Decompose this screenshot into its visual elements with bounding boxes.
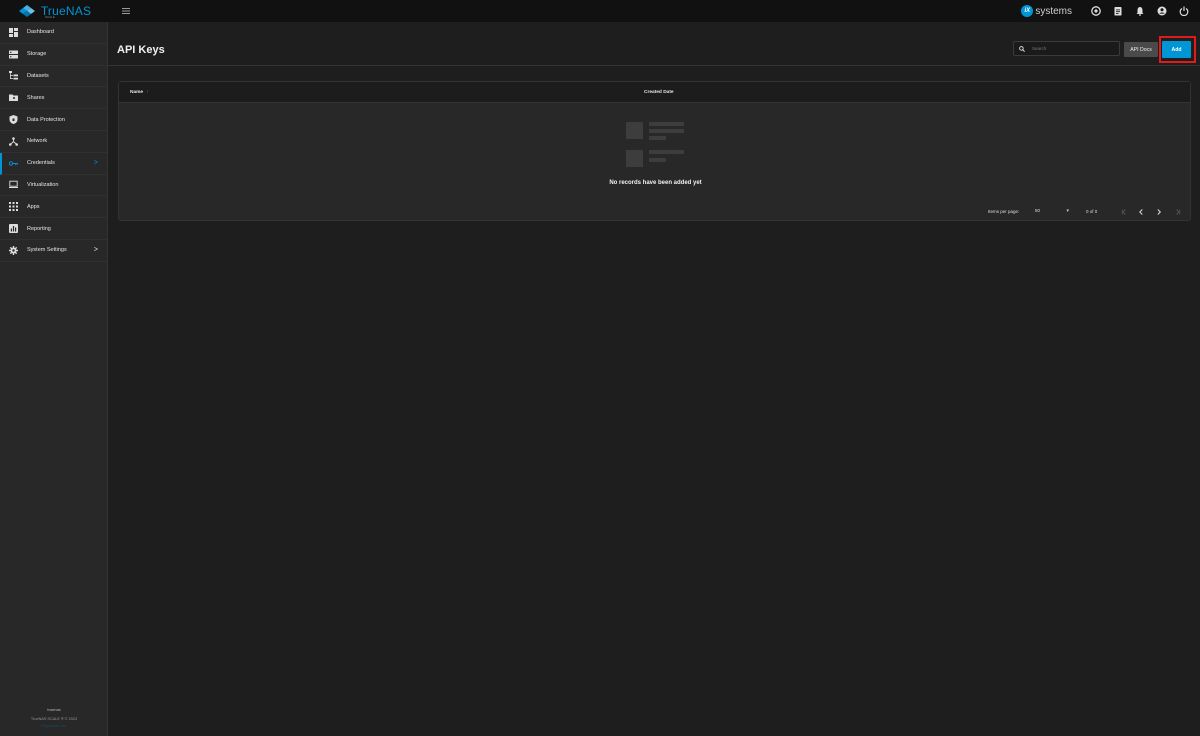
sidebar-item-label: Apps (27, 203, 40, 210)
gear-icon (9, 245, 18, 255)
sidebar-item-label: Datasets (27, 72, 49, 79)
sidebar-footer: truenas TrueNAS SCALE ® © 2023 iXsystems… (0, 707, 108, 728)
sidebar-item-shares[interactable]: Shares (0, 87, 107, 110)
search-field[interactable] (1013, 41, 1120, 56)
hostname: truenas (47, 707, 61, 712)
truecommand-icon (1091, 6, 1101, 16)
hamburger-icon (122, 8, 130, 14)
folder-icon (9, 93, 18, 102)
sidebar-item-network[interactable]: Network (0, 131, 107, 153)
shield-icon (9, 115, 18, 125)
sidebar-item-apps[interactable]: Apps (0, 196, 107, 219)
search-icon (1019, 45, 1025, 52)
clipboard-icon (1114, 7, 1122, 16)
sidebar-item-datasets[interactable]: Datasets (0, 66, 107, 88)
sidebar-item-reporting[interactable]: Reporting (0, 218, 107, 240)
account-icon (1157, 6, 1167, 16)
power-button[interactable] (1178, 5, 1190, 17)
storage-icon (9, 50, 18, 59)
empty-list-icon (626, 122, 684, 167)
top-bar: TrueNAS SCALE iX systems (0, 0, 1200, 22)
api-keys-table-card: Name ↑ Created Date No records have been… (118, 81, 1191, 221)
menu-toggle-button[interactable] (120, 5, 132, 17)
page-size-value: 50 (1035, 208, 1041, 213)
sidebar-item-label: Shares (27, 94, 45, 101)
chart-icon (9, 224, 18, 234)
add-button-highlight (1159, 36, 1196, 63)
chevron-right-icon: > (93, 159, 98, 167)
sidebar-item-label: Reporting (27, 225, 51, 232)
sidebar-item-label: System Settings (27, 247, 67, 254)
sidebar-item-label: Storage (27, 51, 47, 58)
sidebar-item-label: Data Protection (27, 116, 65, 123)
bell-icon (1136, 7, 1144, 16)
column-header-name[interactable]: Name ↑ (130, 90, 148, 95)
next-page-button[interactable] (1154, 207, 1163, 216)
first-page-icon (1121, 208, 1126, 215)
items-per-page-label: Items per page: (988, 209, 1020, 214)
api-docs-button[interactable]: API Docs (1124, 42, 1158, 57)
main-content: API Keys API Docs Add Name ↑ Created Dat… (108, 22, 1200, 736)
column-header-name-label: Name (130, 90, 144, 95)
ix-text: systems (1035, 5, 1072, 17)
first-page-button[interactable] (1119, 207, 1128, 216)
truenas-mark-icon (18, 5, 35, 17)
jobs-button[interactable] (1112, 5, 1124, 17)
ix-badge: iX (1021, 5, 1034, 17)
sidebar-item-label: Dashboard (27, 29, 54, 36)
chevron-right-icon (1156, 208, 1161, 215)
sidebar-item-label: Virtualization (27, 181, 59, 188)
sidebar-item-credentials[interactable]: Credentials > (0, 152, 107, 175)
dropdown-caret-icon: ▾ (1066, 208, 1069, 214)
previous-page-button[interactable] (1136, 207, 1145, 216)
sidebar: Dashboard Storage Datasets Shares Data P… (0, 22, 108, 736)
column-header-created-date[interactable]: Created Date (644, 90, 674, 95)
sidebar-item-storage[interactable]: Storage (0, 44, 107, 66)
table-header: Name ↑ Created Date (119, 82, 1190, 103)
chevron-right-icon: > (93, 246, 98, 254)
page-size-select[interactable]: 50 ▾ (1035, 208, 1069, 216)
datasets-icon (9, 71, 18, 80)
dashboard-icon (9, 27, 18, 37)
empty-message: No records have been added yet (609, 180, 702, 186)
sidebar-item-virtualization[interactable]: Virtualization (0, 175, 107, 197)
key-icon (9, 159, 18, 168)
account-button[interactable] (1156, 5, 1168, 17)
sidebar-item-dashboard[interactable]: Dashboard (0, 22, 107, 44)
copyright: TrueNAS SCALE ® © 2023 (30, 717, 78, 721)
network-icon (9, 137, 18, 146)
sidebar-item-label: Credentials (27, 160, 55, 167)
empty-state: No records have been added yet (119, 103, 1190, 201)
chevron-left-icon (1138, 208, 1143, 215)
power-icon (1179, 6, 1189, 16)
truenas-logo[interactable]: TrueNAS SCALE (0, 0, 108, 22)
alerts-button[interactable] (1134, 5, 1146, 17)
apps-icon (9, 202, 18, 212)
brand-edition: SCALE (45, 15, 55, 19)
monitor-icon (9, 180, 18, 189)
sidebar-item-label: Network (27, 138, 48, 145)
company-link[interactable]: iXsystems, Inc. (0, 724, 108, 728)
last-page-button[interactable] (1173, 207, 1182, 216)
truecommand-button[interactable] (1090, 5, 1102, 17)
last-page-icon (1175, 208, 1180, 215)
ixsystems-logo[interactable]: iX systems (1021, 5, 1072, 17)
sidebar-item-data-protection[interactable]: Data Protection (0, 109, 107, 131)
sort-arrow-icon: ↑ (146, 90, 149, 95)
paginator: Items per page: 50 ▾ 0 of 0 (119, 201, 1192, 221)
page-title: API Keys (117, 44, 165, 56)
search-input[interactable] (1032, 46, 1112, 51)
page-range: 0 of 0 (1086, 209, 1098, 214)
sidebar-item-system-settings[interactable]: System Settings > (0, 240, 107, 262)
page-header: API Keys API Docs Add (108, 22, 1200, 66)
